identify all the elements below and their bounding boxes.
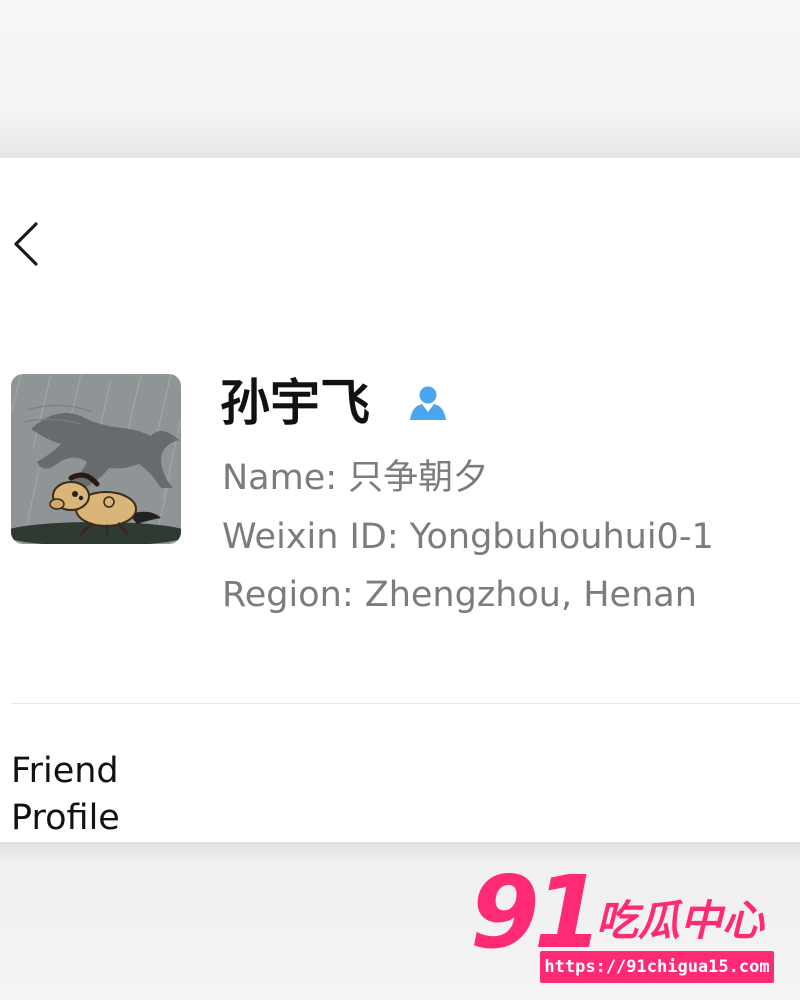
- name-line: Name: 只争朝夕: [222, 458, 489, 498]
- contact-person-icon: [406, 382, 450, 422]
- region-line: Region: Zhengzhou, Henan: [222, 575, 697, 615]
- back-button[interactable]: [8, 218, 48, 270]
- watermark-tagline: 吃瓜中心: [596, 896, 765, 945]
- display-name: 孙宇飞: [220, 374, 370, 432]
- top-margin: [0, 0, 800, 158]
- weixin-id-line: Weixin ID: Yongbuhouhui0-1: [222, 517, 714, 557]
- watermark-url: https://91chigua15.com: [540, 951, 774, 983]
- avatar[interactable]: [11, 374, 181, 544]
- divider: [11, 703, 800, 704]
- avatar-image: [11, 374, 181, 544]
- friend-profile-heading: Friend Profile: [11, 751, 120, 838]
- chevron-left-icon: [14, 222, 38, 266]
